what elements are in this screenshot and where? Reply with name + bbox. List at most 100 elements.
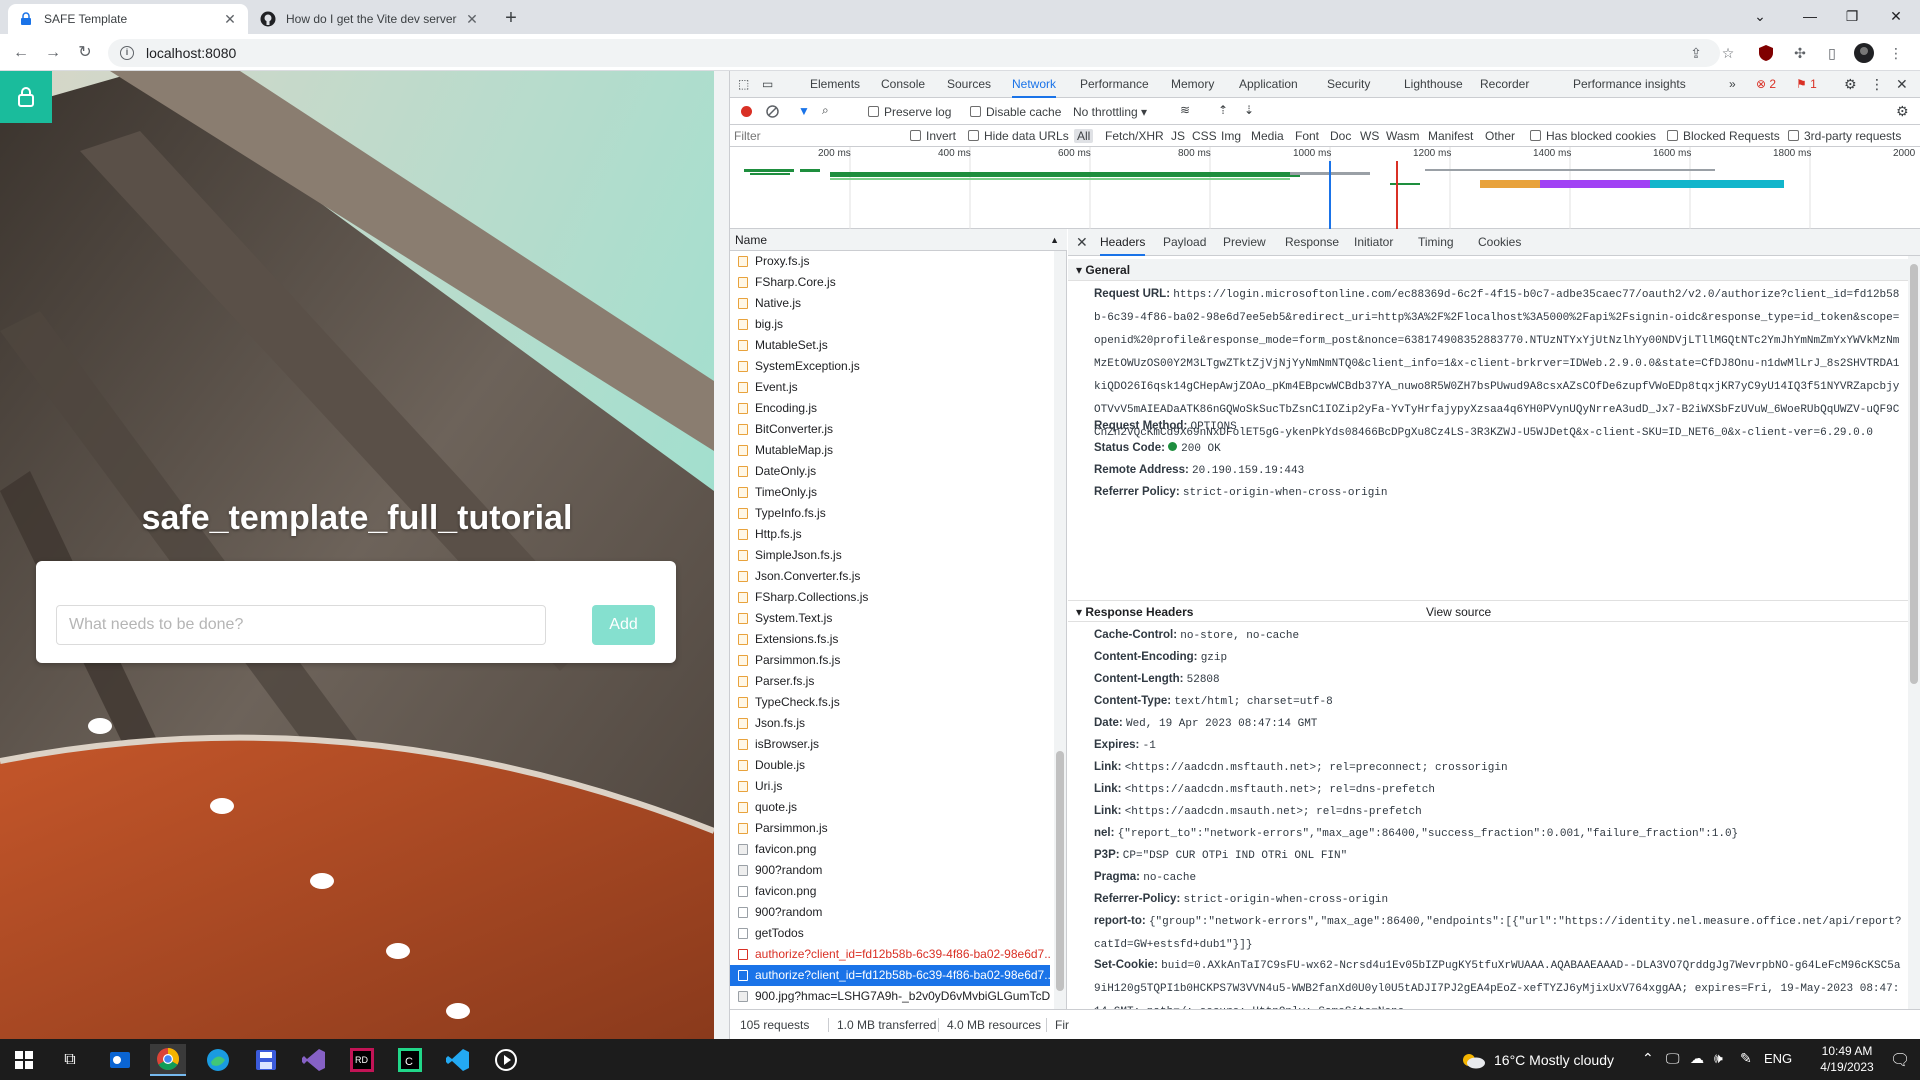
new-tab-icon[interactable]: + (500, 8, 522, 30)
task-view-icon[interactable]: ⧉ (52, 1044, 88, 1076)
more-tabs-icon[interactable]: » (1729, 71, 1736, 98)
request-row[interactable]: Json.fs.js (730, 713, 1050, 734)
site-info-icon[interactable]: i (120, 46, 134, 60)
request-row[interactable]: isBrowser.js (730, 734, 1050, 755)
request-row[interactable]: big.js (730, 314, 1050, 335)
devtools-tab-performance-insights[interactable]: Performance insights (1573, 71, 1686, 98)
warning-count-badge[interactable]: ⚑ 1 (1796, 71, 1817, 98)
request-row[interactable]: Native.js (730, 293, 1050, 314)
filter-type-img[interactable]: Img (1221, 129, 1241, 143)
hide-data-urls-checkbox[interactable]: Hide data URLs (968, 129, 1069, 143)
share-icon[interactable]: ⇪ (1686, 43, 1706, 63)
tab-vite-question[interactable]: How do I get the Vite dev server ✕ (250, 4, 490, 34)
save-disk-icon[interactable] (248, 1044, 284, 1076)
request-row[interactable]: Uri.js (730, 776, 1050, 797)
general-section-header[interactable]: ▾ General (1068, 259, 1908, 281)
tab-safe-template[interactable]: SAFE Template ✕ (8, 4, 248, 34)
minimize-icon[interactable]: — (1790, 4, 1830, 28)
filter-type-js[interactable]: JS (1171, 129, 1185, 143)
request-row[interactable]: TimeOnly.js (730, 482, 1050, 503)
devtools-splitter[interactable] (714, 71, 730, 1039)
request-row[interactable]: SystemException.js (730, 356, 1050, 377)
preserve-log-checkbox[interactable]: Preserve log (868, 105, 951, 119)
detail-tab-cookies[interactable]: Cookies (1478, 229, 1521, 256)
request-row[interactable]: Double.js (730, 755, 1050, 776)
request-row[interactable]: Encoding.js (730, 398, 1050, 419)
maximize-icon[interactable]: ❐ (1832, 4, 1872, 28)
request-row[interactable]: Parsimmon.fs.js (730, 650, 1050, 671)
header-value[interactable]: no-cache (1143, 872, 1196, 884)
teamcity-icon[interactable]: C (392, 1044, 428, 1076)
header-value[interactable]: Wed, 19 Apr 2023 08:47:14 GMT (1126, 718, 1317, 730)
address-bar[interactable]: i localhost:8080 (108, 39, 1720, 67)
response-headers-section-header[interactable]: ▾ Response Headers View source (1068, 600, 1908, 622)
filter-type-fetch-xhr[interactable]: Fetch/XHR (1105, 129, 1164, 143)
devtools-tab-security[interactable]: Security (1327, 71, 1370, 98)
request-row[interactable]: 900?random (730, 860, 1050, 881)
pen-icon[interactable]: ✎ (1740, 1050, 1752, 1067)
third-party-checkbox[interactable]: 3rd-party requests (1788, 129, 1901, 143)
request-row[interactable]: Json.Converter.fs.js (730, 566, 1050, 587)
request-row[interactable]: SimpleJson.fs.js (730, 545, 1050, 566)
request-row[interactable]: 900.jpg?hmac=LSHG7A9h-_b2v0yD6vMvbiGLGum… (730, 986, 1050, 1007)
header-value[interactable]: {"group":"network-errors","max_age":8640… (1094, 916, 1901, 951)
request-row[interactable]: Http.fs.js (730, 524, 1050, 545)
header-value[interactable]: strict-origin-when-cross-origin (1183, 487, 1388, 499)
outlook-icon[interactable] (102, 1044, 138, 1076)
add-button[interactable]: Add (592, 605, 655, 645)
filter-type-doc[interactable]: Doc (1330, 129, 1351, 143)
devtools-tab-console[interactable]: Console (881, 71, 925, 98)
lock-badge[interactable] (0, 71, 52, 123)
header-value[interactable]: CP="DSP CUR OTPi IND OTRi ONL FIN" (1123, 850, 1347, 862)
header-value[interactable]: OPTIONS (1190, 421, 1236, 433)
request-row[interactable]: Extensions.fs.js (730, 629, 1050, 650)
request-row[interactable]: authorize?client_id=fd12b58b-6c39-4f86-b… (730, 944, 1050, 965)
visual-studio-icon[interactable] (296, 1044, 332, 1076)
request-row[interactable]: Parsimmon.js (730, 818, 1050, 839)
devtools-tab-network[interactable]: Network (1012, 71, 1057, 98)
todo-input[interactable] (56, 605, 546, 645)
extensions-icon[interactable]: ✣ (1790, 43, 1810, 63)
name-column-header[interactable]: Name ▲ (730, 229, 1067, 251)
profile-avatar[interactable] (1854, 43, 1874, 63)
chrome-menu-icon[interactable]: ⋮ (1886, 43, 1906, 63)
inspect-element-icon[interactable]: ⬚ (738, 71, 749, 98)
filter-type-wasm[interactable]: Wasm (1386, 129, 1420, 143)
request-row[interactable]: Event.js (730, 377, 1050, 398)
request-row[interactable]: TypeInfo.fs.js (730, 503, 1050, 524)
network-conditions-icon[interactable]: ≋ (1180, 103, 1190, 117)
close-tab-icon[interactable]: ✕ (464, 11, 480, 27)
close-detail-icon[interactable]: ✕ (1076, 229, 1088, 256)
forward-icon[interactable]: → (42, 42, 64, 64)
filter-type-css[interactable]: CSS (1192, 129, 1217, 143)
side-panel-icon[interactable]: ▯ (1822, 43, 1842, 63)
error-count-badge[interactable]: ⊗ 2 (1756, 71, 1776, 98)
request-row[interactable]: System.Text.js (730, 608, 1050, 629)
back-icon[interactable]: ← (10, 42, 32, 64)
bookmark-star-icon[interactable]: ☆ (1718, 43, 1738, 63)
close-tab-icon[interactable]: ✕ (222, 11, 238, 27)
request-row[interactable]: Proxy.fs.js (730, 251, 1050, 272)
request-row[interactable]: TypeCheck.fs.js (730, 692, 1050, 713)
header-value[interactable]: -1 (1143, 740, 1156, 752)
header-value[interactable]: 52808 (1187, 674, 1220, 686)
request-list-scrollbar[interactable] (1054, 251, 1066, 1009)
header-value[interactable]: no-store, no-cache (1180, 630, 1299, 642)
invert-checkbox[interactable]: Invert (910, 129, 956, 143)
tray-overflow-icon[interactable]: ⌃ (1642, 1050, 1654, 1067)
disable-cache-checkbox[interactable]: Disable cache (970, 105, 1061, 119)
has-blocked-cookies-checkbox[interactable]: Has blocked cookies (1530, 129, 1656, 143)
header-value[interactable]: text/html; charset=utf-8 (1174, 696, 1332, 708)
request-row[interactable]: favicon.png (730, 839, 1050, 860)
filter-type-media[interactable]: Media (1251, 129, 1284, 143)
filter-input[interactable] (734, 127, 904, 145)
blocked-requests-checkbox[interactable]: Blocked Requests (1667, 129, 1780, 143)
request-row[interactable]: FSharp.Collections.js (730, 587, 1050, 608)
clear-icon[interactable] (766, 105, 779, 121)
throttling-select[interactable]: No throttling ▾ (1073, 105, 1147, 119)
detail-scrollbar[interactable] (1908, 256, 1920, 1009)
request-row[interactable]: Parser.fs.js (730, 671, 1050, 692)
header-value[interactable]: strict-origin-when-cross-origin (1184, 894, 1389, 906)
tab-search-icon[interactable]: ⌄ (1740, 4, 1780, 28)
import-har-icon[interactable]: ⇡ (1218, 103, 1228, 117)
